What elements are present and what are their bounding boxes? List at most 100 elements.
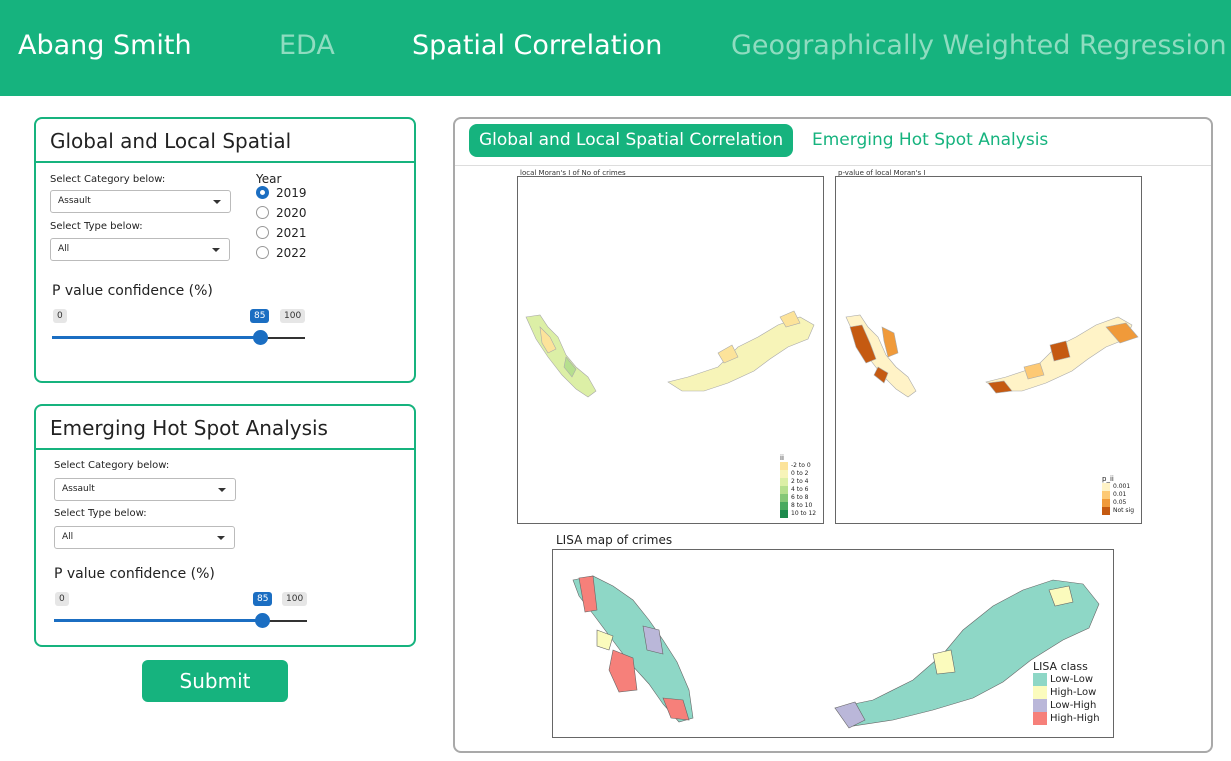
lisa-legend-item: Low-Low: [1033, 673, 1100, 686]
lisa-legend-title: LISA class: [1033, 660, 1088, 673]
slider-fill: [54, 619, 263, 622]
lisa-legend-swatch: [1033, 686, 1047, 699]
tab-divider: [455, 165, 1211, 166]
moran-legend-label: 0 to 2: [791, 470, 809, 477]
pvalue-legend-item: 0.01: [1102, 491, 1134, 499]
type-label: Select Type below:: [50, 221, 143, 232]
moran-legend-swatch: [780, 478, 788, 486]
moran-legend-item: 4 to 6: [780, 486, 816, 494]
submit-button[interactable]: Submit: [142, 660, 288, 702]
year-radio-2019[interactable]: 2019: [256, 186, 307, 200]
slider-label: P value confidence (%): [54, 566, 215, 582]
chevron-down-icon: [217, 536, 225, 540]
moran-legend-item: 6 to 8: [780, 494, 816, 502]
nav-spatial-correlation[interactable]: Spatial Correlation: [412, 30, 662, 61]
lisa-map-title: LISA map of crimes: [556, 533, 673, 547]
moran-legend-item: 0 to 2: [780, 470, 816, 478]
slider-handle[interactable]: [255, 613, 270, 628]
radio-icon: [256, 226, 269, 239]
year-radio-2020[interactable]: 2020: [256, 206, 307, 220]
pvalue-map: p_ii 0.001 0.01 0.05 Not sig: [835, 176, 1142, 524]
category-select-value: Assault: [62, 484, 95, 494]
moran-legend-label: 4 to 6: [791, 486, 809, 493]
type-select[interactable]: All: [54, 526, 235, 549]
pvalue-legend-item: 0.001: [1102, 483, 1134, 491]
moran-legend-title: ii: [780, 454, 784, 462]
moran-legend-swatch: [780, 486, 788, 494]
type-select[interactable]: All: [50, 238, 230, 261]
lisa-legend-item: High-High: [1033, 712, 1100, 725]
moran-legend-label: -2 to 0: [791, 462, 811, 469]
lisa-legend-label: High-High: [1050, 713, 1100, 724]
nav-eda[interactable]: EDA: [279, 30, 335, 61]
moran-legend-label: 6 to 8: [791, 494, 809, 501]
moran-legend-swatch: [780, 494, 788, 502]
moran-legend: ii -2 to 00 to 22 to 44 to 66 to 88 to 1…: [780, 454, 816, 518]
moran-legend-label: 2 to 4: [791, 478, 809, 485]
moran-legend-item: 2 to 4: [780, 478, 816, 486]
lisa-legend: LISA class Low-Low High-Low Low-High High-H…: [1033, 660, 1100, 725]
moran-legend-swatch: [780, 470, 788, 478]
pvalue-map-image: [845, 314, 1139, 398]
pvalue-legend-item: 0.05: [1102, 499, 1134, 507]
lisa-legend-swatch: [1033, 673, 1047, 686]
pvalue-legend-label: Not sig: [1113, 507, 1135, 514]
pvalue-legend-swatch: [1102, 499, 1110, 507]
radio-icon: [256, 206, 269, 219]
moran-legend-item: 8 to 10: [780, 502, 816, 510]
category-label: Select Category below:: [50, 174, 166, 185]
tab-global-local[interactable]: Global and Local Spatial Correlation: [469, 124, 794, 157]
slider-max: 100: [282, 592, 308, 606]
lisa-legend-label: Low-High: [1050, 700, 1097, 711]
moran-legend-label: 10 to 12: [791, 510, 817, 517]
pvalue-legend-title: p_ii: [1102, 475, 1114, 483]
pvalue-legend-swatch: [1102, 483, 1110, 491]
lisa-legend-item: High-Low: [1033, 686, 1100, 699]
category-select-value: Assault: [58, 196, 91, 206]
emerging-hotspot-panel: Emerging Hot Spot Analysis Select Catego…: [34, 404, 416, 647]
chevron-down-icon: [213, 200, 221, 204]
lisa-map-image: [572, 575, 1100, 729]
brand-title[interactable]: Abang Smith: [18, 30, 192, 61]
category-label: Select Category below:: [54, 460, 170, 471]
category-select[interactable]: Assault: [54, 478, 236, 501]
moran-legend-label: 8 to 10: [791, 502, 813, 509]
top-navbar: Abang Smith EDA Spatial Correlation Geog…: [0, 0, 1231, 96]
pvalue-legend-swatch: [1102, 507, 1110, 515]
year-radio-2022[interactable]: 2022: [256, 246, 307, 260]
lisa-map: LISA class Low-Low High-Low Low-High High-H…: [552, 549, 1114, 738]
slider-min: 0: [53, 309, 67, 323]
tab-emerging-hotspot[interactable]: Emerging Hot Spot Analysis: [812, 130, 1048, 150]
moran-legend-swatch: [780, 510, 788, 518]
slider-handle[interactable]: [253, 330, 268, 345]
radio-label: 2021: [276, 226, 307, 240]
radio-icon: [256, 246, 269, 259]
category-select[interactable]: Assault: [50, 190, 231, 213]
radio-label: 2022: [276, 246, 307, 260]
lisa-legend-swatch: [1033, 712, 1047, 725]
nav-gwr[interactable]: Geographically Weighted Regression: [731, 30, 1227, 61]
lisa-legend-swatch: [1033, 699, 1047, 712]
global-local-spatial-panel: Global and Local Spatial Select Category…: [34, 117, 416, 383]
radio-label: 2020: [276, 206, 307, 220]
slider-value: 85: [253, 592, 273, 606]
slider-fill: [52, 336, 261, 339]
moran-legend-swatch: [780, 462, 788, 470]
lisa-legend-label: High-Low: [1050, 687, 1097, 698]
pvalue-legend-swatch: [1102, 491, 1110, 499]
pvalue-legend-label: 0.001: [1113, 483, 1131, 490]
moran-map: ii -2 to 00 to 22 to 44 to 66 to 88 to 1…: [517, 176, 824, 524]
slider-min: 0: [55, 592, 69, 606]
lisa-legend-label: Low-Low: [1050, 674, 1093, 685]
panel-title: Global and Local Spatial: [36, 119, 414, 163]
moran-legend-item: 10 to 12: [780, 510, 816, 518]
year-radio-2021[interactable]: 2021: [256, 226, 307, 240]
type-select-value: All: [62, 532, 74, 542]
slider-value: 85: [250, 309, 270, 323]
pvalue-legend-label: 0.01: [1113, 491, 1127, 498]
year-label: Year: [256, 172, 282, 186]
lisa-legend-item: Low-High: [1033, 699, 1100, 712]
chevron-down-icon: [218, 488, 226, 492]
slider-label: P value confidence (%): [52, 283, 213, 299]
type-select-value: All: [58, 244, 70, 254]
